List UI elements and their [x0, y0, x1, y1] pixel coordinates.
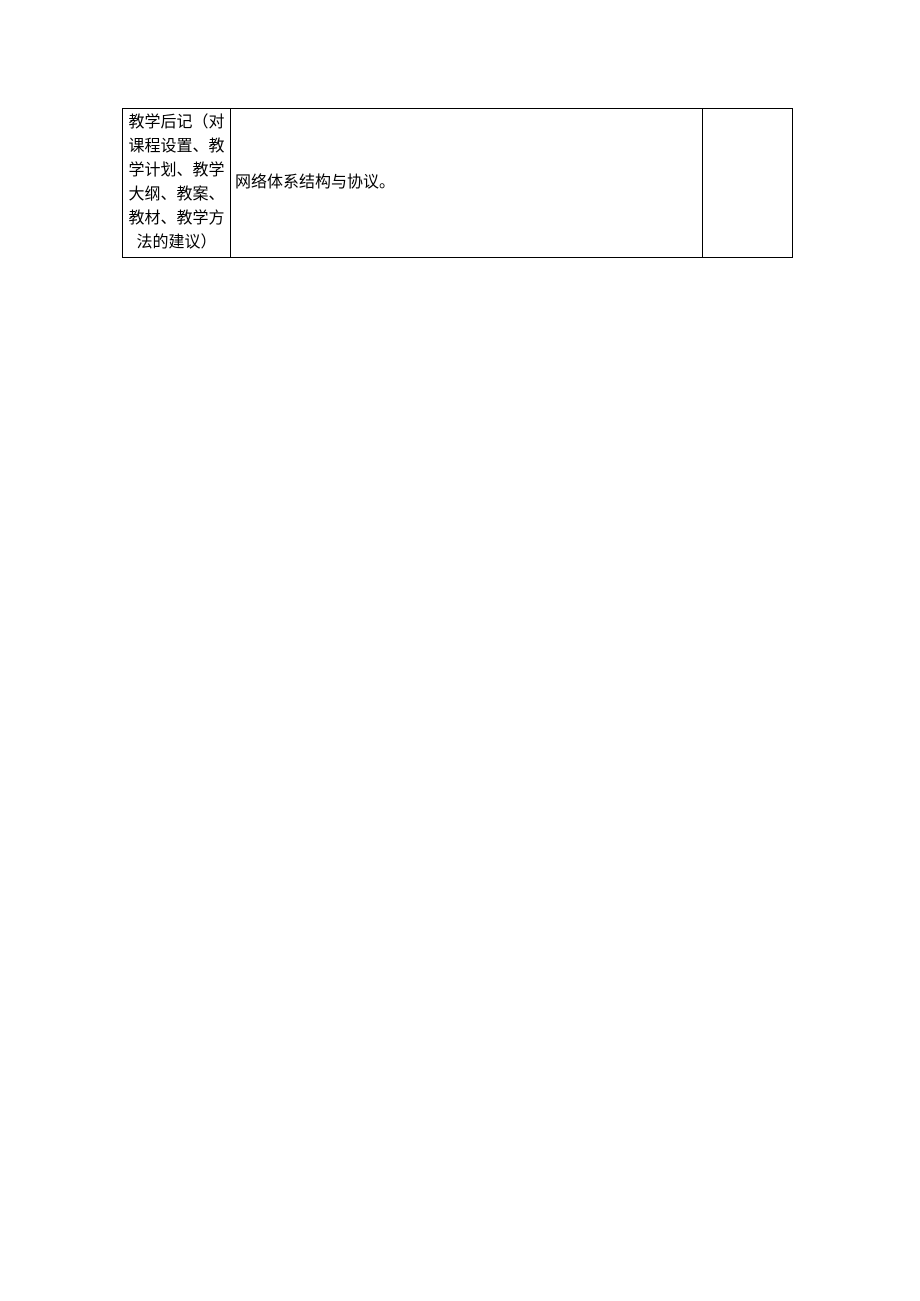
- document-table: 教学后记（对课程设置、教学计划、教学大纲、教案、教材、教学方法的建议） 网络体系…: [122, 108, 793, 258]
- row-label: 教学后记（对课程设置、教学计划、教学大纲、教案、教材、教学方法的建议）: [128, 114, 224, 251]
- row-content: 网络体系结构与协议。: [235, 174, 395, 191]
- row-empty-cell: [703, 109, 793, 258]
- row-label-cell: 教学后记（对课程设置、教学计划、教学大纲、教案、教材、教学方法的建议）: [123, 109, 231, 258]
- table-row: 教学后记（对课程设置、教学计划、教学大纲、教案、教材、教学方法的建议） 网络体系…: [123, 109, 793, 258]
- row-content-cell: 网络体系结构与协议。: [231, 109, 703, 258]
